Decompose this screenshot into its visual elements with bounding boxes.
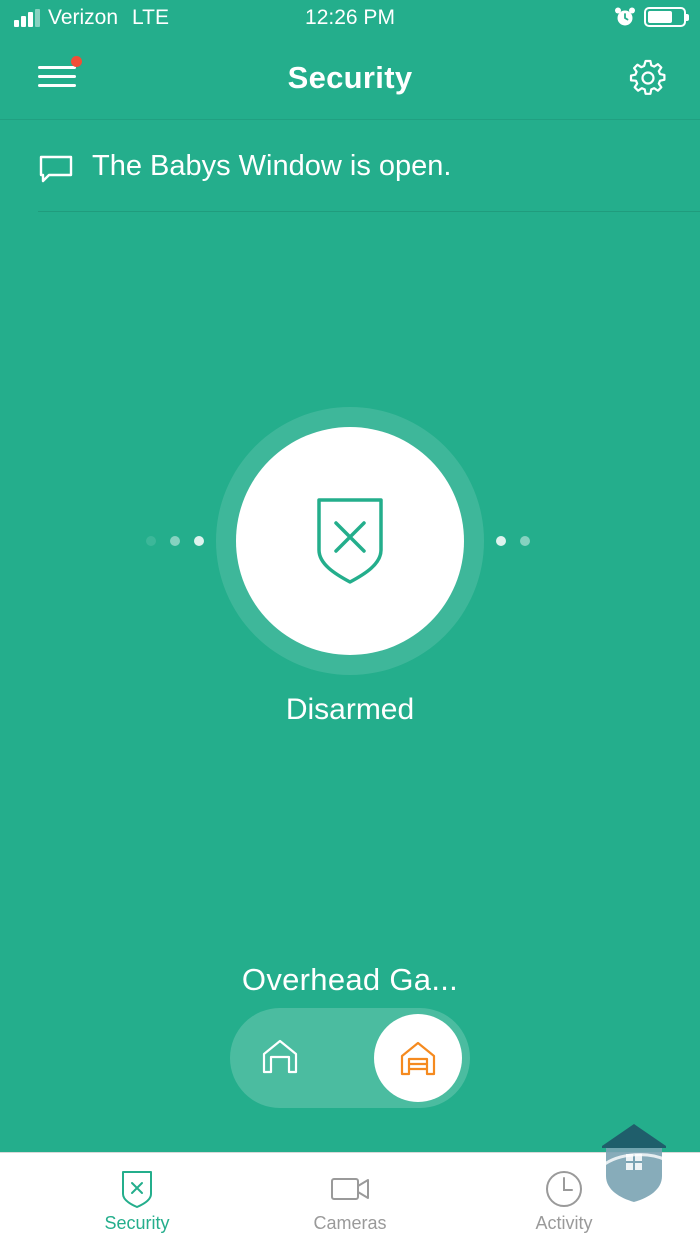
clock-icon: [546, 1171, 582, 1207]
alarm-clock-icon: [615, 7, 635, 26]
battery-icon: [644, 7, 689, 27]
tab-label: Activity: [535, 1213, 593, 1233]
pager-dots-left: [146, 536, 204, 546]
notification-banner[interactable]: The Babys Window is open.: [38, 122, 700, 212]
nav-bar: Security: [0, 40, 700, 120]
arm-toggle-button[interactable]: [236, 427, 464, 655]
garage-closed-icon: [400, 1041, 436, 1076]
status-bar: Verizon LTE 12:26 PM: [0, 0, 700, 40]
tab-label: Security: [104, 1213, 170, 1233]
status-time: 12:26 PM: [305, 6, 395, 29]
shield-x-icon: [317, 498, 383, 584]
message-icon: [39, 155, 73, 182]
garage-open-icon[interactable]: [260, 1036, 300, 1076]
tab-label: Cameras: [313, 1213, 387, 1233]
watermark-logo-icon: [601, 1124, 667, 1202]
tab-cameras[interactable]: Cameras: [280, 1153, 420, 1245]
video-camera-icon: [331, 1178, 369, 1200]
security-status: Disarmed: [285, 693, 415, 726]
tab-security[interactable]: Security: [67, 1153, 207, 1245]
page-title: Security: [287, 60, 413, 95]
shield-x-icon: [122, 1171, 152, 1208]
gear-icon[interactable]: [628, 58, 668, 98]
notification-message: The Babys Window is open.: [92, 150, 452, 182]
tab-bar: Security Cameras Activity: [0, 1152, 700, 1245]
garage-door-toggle[interactable]: [230, 1008, 470, 1108]
status-right: [614, 6, 689, 28]
device-name: Overhead Ga...: [241, 962, 459, 997]
garage-toggle-knob[interactable]: [374, 1014, 462, 1102]
pager-dots-right: [496, 536, 530, 546]
